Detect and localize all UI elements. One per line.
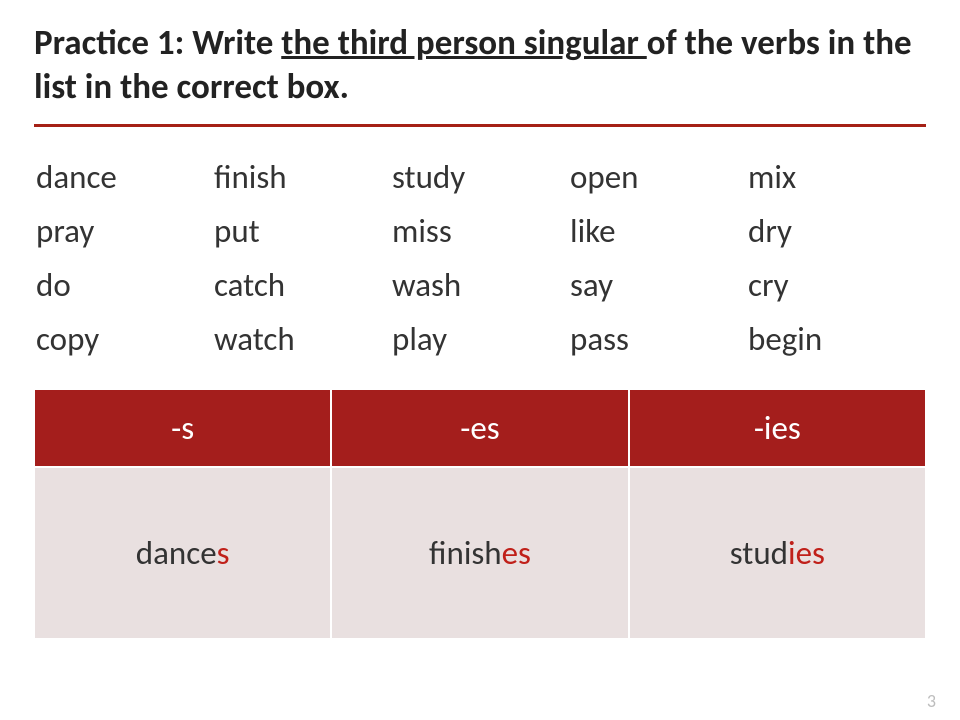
table-row: dances finishes studies — [34, 467, 926, 639]
verb-cell: study — [392, 155, 570, 199]
table-header-s: -s — [34, 389, 331, 467]
suffix-highlight: s — [217, 533, 230, 573]
cell-studies: studies — [629, 467, 926, 639]
verb-cell: dance — [36, 155, 214, 199]
verb-cell: like — [570, 209, 748, 253]
stem: stud — [730, 533, 788, 573]
verb-cell: dry — [748, 209, 926, 253]
suffix-table: -s -es -ies dances finishes studies — [34, 389, 926, 639]
verb-list: dance finish study open mix pray put mis… — [34, 155, 926, 361]
slide: Practice 1: Write the third person singu… — [0, 0, 960, 720]
title-underlined: the third person singular — [281, 22, 647, 64]
verb-cell: say — [570, 263, 748, 307]
title-divider — [34, 124, 926, 127]
verb-cell: play — [392, 317, 570, 361]
stem: finish — [429, 533, 502, 573]
stem: dance — [136, 533, 217, 573]
verb-cell: watch — [214, 317, 392, 361]
verb-cell: begin — [748, 317, 926, 361]
table-header-row: -s -es -ies — [34, 389, 926, 467]
verb-cell: do — [36, 263, 214, 307]
page-number: 3 — [927, 690, 936, 712]
verb-cell: cry — [748, 263, 926, 307]
title-prefix: Practice 1: Write — [34, 22, 281, 64]
cell-finishes: finishes — [331, 467, 628, 639]
verb-cell: wash — [392, 263, 570, 307]
slide-title: Practice 1: Write the third person singu… — [34, 22, 926, 110]
verb-cell: open — [570, 155, 748, 199]
verb-cell: copy — [36, 317, 214, 361]
table-header-ies: -ies — [629, 389, 926, 467]
suffix-highlight: ies — [788, 533, 825, 573]
cell-dances: dances — [34, 467, 331, 639]
suffix-highlight: es — [502, 533, 531, 573]
table-header-es: -es — [331, 389, 628, 467]
verb-cell: miss — [392, 209, 570, 253]
verb-cell: mix — [748, 155, 926, 199]
verb-cell: finish — [214, 155, 392, 199]
verb-cell: catch — [214, 263, 392, 307]
verb-cell: pass — [570, 317, 748, 361]
verb-cell: put — [214, 209, 392, 253]
verb-cell: pray — [36, 209, 214, 253]
